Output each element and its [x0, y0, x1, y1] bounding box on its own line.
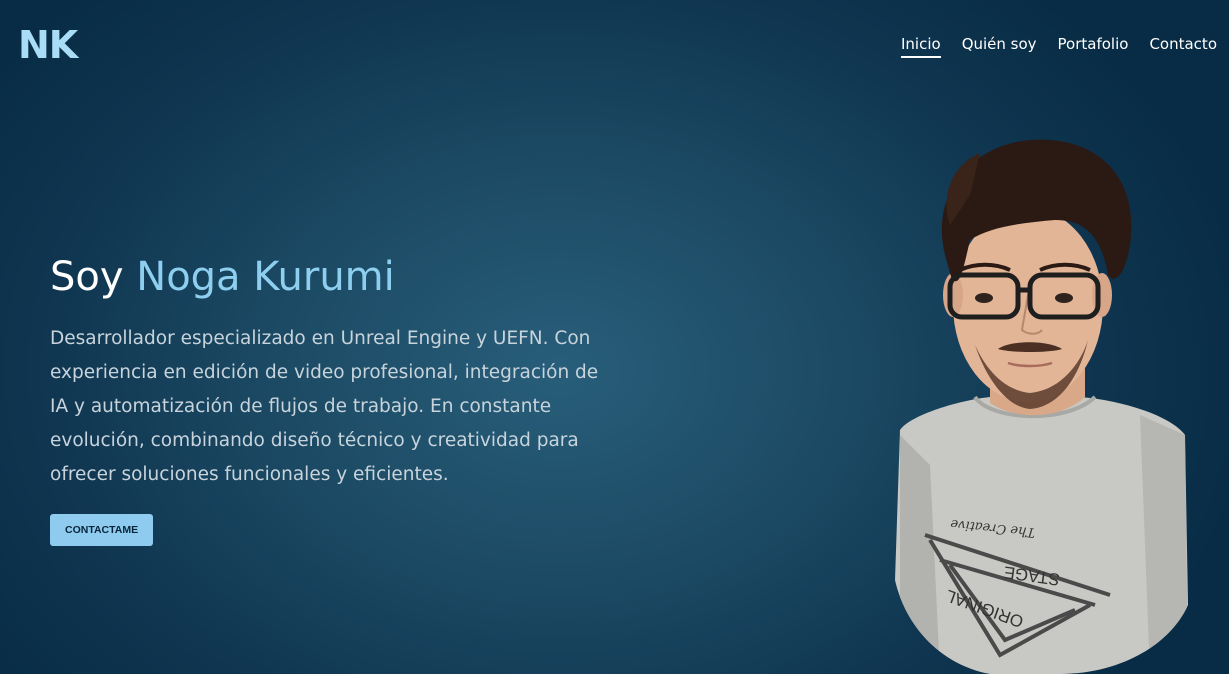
hero-title: Soy Noga Kurumi	[50, 248, 620, 306]
logo[interactable]: NK	[18, 22, 78, 68]
main-nav: Inicio Quién soy Portafolio Contacto	[900, 34, 1217, 58]
nav-link-quien-soy[interactable]: Quién soy	[962, 34, 1037, 58]
hero-section: Soy Noga Kurumi Desarrollador especializ…	[50, 248, 620, 546]
site-header: NK Inicio Quién soy Portafolio Contacto	[0, 0, 1229, 90]
hero-name: Noga Kurumi	[136, 254, 395, 300]
hero-greeting: Soy	[50, 254, 124, 300]
contact-button[interactable]: CONTACTAME	[50, 514, 154, 546]
hero-description: Desarrollador especializado en Unreal En…	[50, 328, 599, 485]
nav-link-inicio[interactable]: Inicio	[900, 34, 941, 58]
nav-link-portafolio[interactable]: Portafolio	[1058, 34, 1129, 58]
profile-photo: The Creative STAGE ORIGINAL	[880, 135, 1200, 674]
nav-link-contacto[interactable]: Contacto	[1149, 34, 1217, 58]
